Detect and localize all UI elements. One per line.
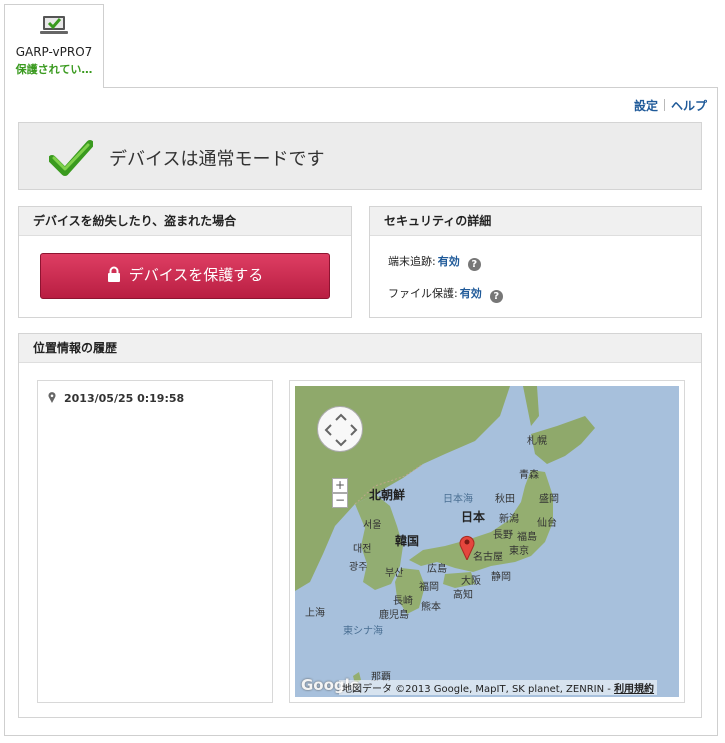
lock-icon <box>107 256 121 282</box>
help-link[interactable]: ヘルプ <box>671 99 707 113</box>
device-name: GARP-vPRO7 <box>15 45 93 59</box>
map-attribution: 地図データ ©2013 Google, MapIT, SK planet, ZE… <box>339 680 658 695</box>
file-protection-row: ファイル保護: 有効? <box>388 285 503 303</box>
pan-arrows-icon <box>324 413 358 447</box>
country-label: 日本 <box>461 510 486 524</box>
history-panel-title: 位置情報の履歴 <box>19 334 701 363</box>
korean-city-label: 서울 <box>363 520 382 531</box>
tracking-value: 有効 <box>437 255 460 268</box>
help-icon[interactable]: ? <box>467 258 481 271</box>
map-label: 熊本 <box>421 602 441 613</box>
map-label: 東京 <box>509 546 529 557</box>
protect-button-label: デバイスを保護する <box>128 266 264 284</box>
mode-status-text: デバイスは通常モードです <box>109 149 325 170</box>
location-history-panel: 位置情報の履歴 2013/05/25 0:19:58 + − 札幌 青森 秋田 … <box>18 333 702 718</box>
device-tab[interactable]: GARP-vPRO7 保護されてい… <box>4 4 104 88</box>
map-label: 盛岡 <box>539 494 559 505</box>
location-map[interactable]: + − 札幌 青森 秋田 盛岡 新潟 仙台 長野 福島 東京 静岡 名古屋 大阪… <box>295 386 679 697</box>
security-panel-title: セキュリティの詳細 <box>370 207 701 236</box>
help-icon[interactable]: ? <box>489 290 503 303</box>
security-details-panel: セキュリティの詳細 端末追跡: 有効? ファイル保護: 有効? <box>369 206 702 318</box>
location-entry[interactable]: 2013/05/25 0:19:58 <box>48 392 184 405</box>
map-label: 広島 <box>427 564 447 575</box>
korean-city-label: 부산 <box>385 568 404 579</box>
protect-device-button[interactable]: デバイスを保護する <box>40 253 330 299</box>
map-label: 長崎 <box>393 596 413 607</box>
lost-device-panel: デバイスを紛失したり、盗まれた場合 デバイスを保護する <box>18 206 352 318</box>
map-label: 青森 <box>519 470 539 481</box>
mode-panel: デバイスは通常モードです <box>18 122 702 190</box>
map-label: 静岡 <box>491 572 511 583</box>
map-label: 高知 <box>453 590 473 601</box>
location-timestamp: 2013/05/25 0:19:58 <box>64 392 185 405</box>
tracking-label: 端末追跡: <box>388 255 436 268</box>
laptop-check-icon <box>39 15 69 37</box>
tracking-row: 端末追跡: 有効? <box>388 253 481 271</box>
map-label: 鹿児島 <box>379 610 409 621</box>
zoom-in-button[interactable]: + <box>332 478 348 493</box>
map-label: 福島 <box>517 532 537 543</box>
map-label: 長野 <box>493 530 513 541</box>
link-divider <box>663 99 665 111</box>
zoom-out-button[interactable]: − <box>332 493 348 508</box>
map-zoom-control: + − <box>332 478 348 508</box>
file-protection-value: 有効 <box>459 287 482 300</box>
checkmark-icon <box>48 139 94 177</box>
map-label: 新潟 <box>499 514 519 525</box>
map-label: 福岡 <box>419 582 439 593</box>
map-label: 大阪 <box>461 576 481 587</box>
attribution-text: 地図データ ©2013 Google, MapIT, SK planet, ZE… <box>342 684 611 695</box>
country-label: 北朝鮮 <box>369 488 406 502</box>
pin-icon <box>48 392 56 403</box>
location-marker[interactable] <box>459 534 475 560</box>
device-status: 保護されてい… <box>15 63 93 76</box>
map-pan-control[interactable] <box>317 406 363 452</box>
map-label: 名古屋 <box>473 552 503 563</box>
location-list: 2013/05/25 0:19:58 <box>37 380 273 703</box>
terms-link[interactable]: 利用規約 <box>614 684 654 695</box>
country-label: 韓国 <box>395 534 420 548</box>
map-container: + − 札幌 青森 秋田 盛岡 新潟 仙台 長野 福島 東京 静岡 名古屋 大阪… <box>289 380 685 703</box>
sea-label: 日本海 <box>443 494 473 505</box>
map-label: 上海 <box>305 608 325 619</box>
map-label: 札幌 <box>527 436 547 447</box>
settings-link[interactable]: 設定 <box>634 99 658 113</box>
map-pin-icon <box>459 535 475 560</box>
korean-city-label: 대전 <box>353 544 372 555</box>
map-label: 仙台 <box>537 518 557 529</box>
sea-label: 東シナ海 <box>343 626 383 637</box>
map-label: 秋田 <box>495 494 515 505</box>
lost-panel-title: デバイスを紛失したり、盗まれた場合 <box>19 207 351 236</box>
top-links: 設定 ヘルプ <box>634 97 707 114</box>
korean-city-label: 광주 <box>349 562 368 573</box>
file-protection-label: ファイル保護: <box>388 287 458 300</box>
